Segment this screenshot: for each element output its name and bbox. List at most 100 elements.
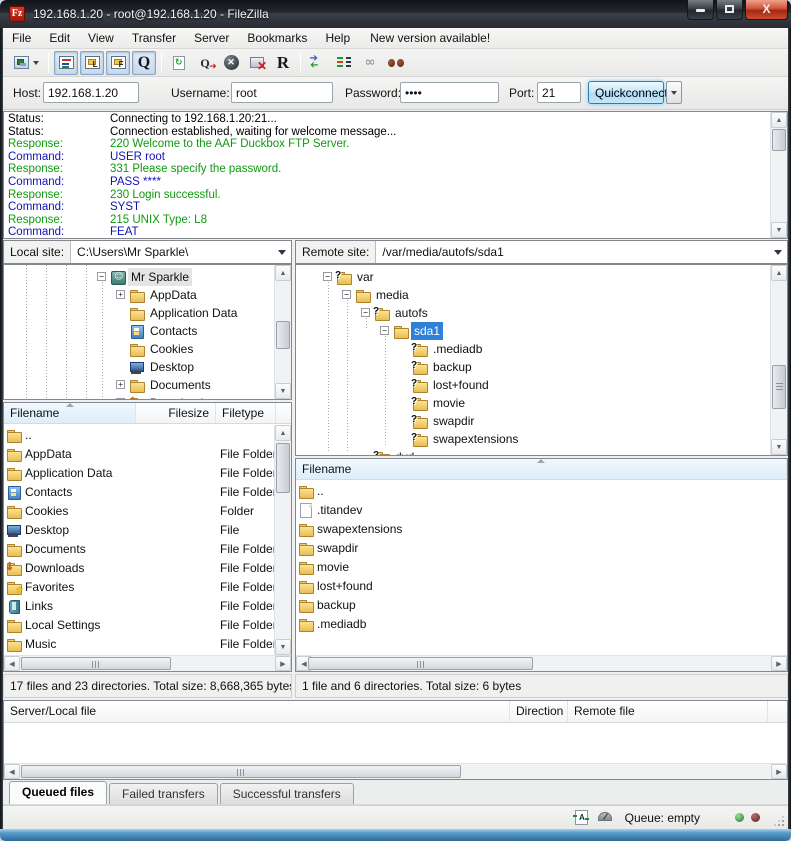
menu-item-transfer[interactable]: Transfer	[123, 29, 185, 47]
host-input[interactable]	[43, 82, 139, 103]
file-row-swapextensions[interactable]: swapextensions	[296, 519, 785, 538]
file-row--[interactable]: ..	[4, 425, 273, 444]
local-list-vertical-scrollbar[interactable]: ▲ ▼	[274, 425, 291, 655]
menu-item-file[interactable]: File	[3, 29, 40, 47]
port-input[interactable]	[537, 82, 581, 103]
local-tree-scrollbar-thumb[interactable]	[276, 321, 290, 349]
file-row-backup[interactable]: backup	[296, 595, 785, 614]
local-list-hscroll-thumb[interactable]	[21, 657, 171, 670]
file-row-downloads[interactable]: ↓DownloadsFile Folder	[4, 558, 273, 577]
password-input[interactable]	[400, 82, 499, 103]
close-button[interactable]: X	[745, 0, 788, 20]
local-site-combobox[interactable]: C:\Users\Mr Sparkle\	[71, 241, 291, 263]
scroll-down-arrow[interactable]: ▼	[771, 222, 787, 238]
tree-item-var[interactable]: −?var	[296, 268, 769, 286]
tree-item-lost-found[interactable]: ?lost+found	[296, 376, 769, 394]
file-row-music[interactable]: MusicFile Folder	[4, 634, 273, 653]
queue-hscroll-thumb[interactable]	[21, 765, 461, 778]
directory-comparison-button[interactable]	[306, 51, 330, 75]
collapse-toggle-icon[interactable]: −	[380, 326, 389, 335]
scroll-down-arrow[interactable]: ▼	[275, 383, 291, 399]
file-row-appdata[interactable]: AppDataFile Folder	[4, 444, 273, 463]
title-bar[interactable]: Fz 192.168.1.20 - root@192.168.1.20 - Fi…	[0, 0, 791, 28]
speed-limits-button[interactable]: ∞	[358, 51, 382, 75]
process-queue-button[interactable]: Q➔	[193, 51, 217, 75]
scroll-up-arrow[interactable]: ▲	[275, 265, 291, 281]
file-row-documents[interactable]: DocumentsFile Folder	[4, 539, 273, 558]
file-row-contacts[interactable]: ContactsFile Folder	[4, 482, 273, 501]
column-header-filesize[interactable]: Filesize	[136, 403, 216, 423]
expand-toggle-icon[interactable]: +	[116, 290, 125, 299]
collapse-toggle-icon[interactable]: −	[361, 308, 370, 317]
collapse-toggle-icon[interactable]: −	[323, 272, 332, 281]
expand-toggle-icon[interactable]: +	[116, 380, 125, 389]
file-row-links[interactable]: LinksFile Folder	[4, 596, 273, 615]
scroll-left-arrow[interactable]: ◀	[4, 764, 20, 779]
column-header-filename[interactable]: Filename	[296, 459, 787, 479]
remote-tree-vertical-scrollbar[interactable]: ▲ ▼	[770, 265, 787, 455]
file-row-favorites[interactable]: ★FavoritesFile Folder	[4, 577, 273, 596]
tree-item-backup[interactable]: ?backup	[296, 358, 769, 376]
tab-failed-transfers[interactable]: Failed transfers	[109, 783, 218, 804]
scroll-down-arrow[interactable]: ▼	[275, 639, 291, 655]
column-header-filename[interactable]: Filename	[4, 403, 136, 423]
tree-item--mediadb[interactable]: ?.mediadb	[296, 340, 769, 358]
menu-item-edit[interactable]: Edit	[40, 29, 79, 47]
scroll-up-arrow[interactable]: ▲	[771, 265, 787, 281]
menu-item-view[interactable]: View	[79, 29, 123, 47]
remote-list-horizontal-scrollbar[interactable]: ◀ ▶	[296, 655, 787, 671]
file-row--mediadb[interactable]: .mediadb	[296, 614, 785, 633]
tree-item-downloads[interactable]: +↓Downloads	[4, 394, 273, 400]
log-scrollbar-thumb[interactable]	[772, 129, 786, 151]
menu-item-bookmarks[interactable]: Bookmarks	[238, 29, 316, 47]
scroll-right-arrow[interactable]: ▶	[275, 656, 291, 671]
local-list-horizontal-scrollbar[interactable]: ◀ ▶	[4, 655, 291, 671]
remote-tree-scrollbar-thumb[interactable]	[772, 365, 786, 409]
menu-item-server[interactable]: Server	[185, 29, 238, 47]
remote-site-combobox[interactable]: /var/media/autofs/sda1	[376, 241, 787, 263]
toggle-message-log-button[interactable]	[54, 51, 78, 75]
toggle-local-tree-button[interactable]: L	[80, 51, 104, 75]
queue-horizontal-scrollbar[interactable]: ◀ ▶	[4, 763, 787, 779]
tree-item-autofs[interactable]: −?autofs	[296, 304, 769, 322]
column-header-filetype[interactable]: Filetype	[216, 403, 276, 423]
file-row-cookies[interactable]: CookiesFolder	[4, 501, 273, 520]
column-header-remote-file[interactable]: Remote file	[568, 701, 768, 722]
scroll-up-arrow[interactable]: ▲	[771, 112, 787, 128]
resize-grip[interactable]	[774, 816, 784, 826]
synchronized-browsing-button[interactable]	[332, 51, 356, 75]
column-header-server-local-file[interactable]: Server/Local file	[4, 701, 510, 722]
log-vertical-scrollbar[interactable]: ▲ ▼	[770, 112, 787, 238]
tree-item-sda1[interactable]: −sda1	[296, 322, 769, 340]
collapse-toggle-icon[interactable]: −	[342, 290, 351, 299]
tab-successful-transfers[interactable]: Successful transfers	[220, 783, 354, 804]
local-tree-vertical-scrollbar[interactable]: ▲ ▼	[274, 265, 291, 399]
maximize-button[interactable]	[716, 0, 743, 20]
reconnect-button[interactable]: R	[271, 51, 295, 75]
local-list-scrollbar-thumb[interactable]	[276, 443, 290, 493]
file-row-lost-found[interactable]: lost+found	[296, 576, 785, 595]
expand-toggle-icon[interactable]: +	[116, 398, 125, 400]
file-row-local-settings[interactable]: Local SettingsFile Folder	[4, 615, 273, 634]
file-row-swapdir[interactable]: swapdir	[296, 538, 785, 557]
scroll-left-arrow[interactable]: ◀	[4, 656, 20, 671]
cancel-button[interactable]: ✕	[219, 51, 243, 75]
scroll-right-arrow[interactable]: ▶	[771, 764, 787, 779]
tab-queued-files[interactable]: Queued files	[9, 781, 107, 804]
quickconnect-dropdown-button[interactable]	[666, 81, 682, 104]
username-input[interactable]	[231, 82, 333, 103]
tree-item-documents[interactable]: +Documents	[4, 376, 273, 394]
scroll-down-arrow[interactable]: ▼	[771, 439, 787, 455]
tree-item-contacts[interactable]: Contacts	[4, 322, 273, 340]
tree-item-media[interactable]: −media	[296, 286, 769, 304]
toggle-remote-tree-button[interactable]: F	[106, 51, 130, 75]
file-row-desktop[interactable]: DesktopFile	[4, 520, 273, 539]
collapse-toggle-icon[interactable]: −	[97, 272, 106, 281]
disconnect-button[interactable]: ✕	[245, 51, 269, 75]
tree-item-swapdir[interactable]: ?swapdir	[296, 412, 769, 430]
tree-item-desktop[interactable]: Desktop	[4, 358, 273, 376]
tree-item-dvd[interactable]: ?dvd	[296, 448, 769, 456]
refresh-button[interactable]	[167, 51, 191, 75]
tree-item-application-data[interactable]: Application Data	[4, 304, 273, 322]
scroll-right-arrow[interactable]: ▶	[771, 656, 787, 671]
